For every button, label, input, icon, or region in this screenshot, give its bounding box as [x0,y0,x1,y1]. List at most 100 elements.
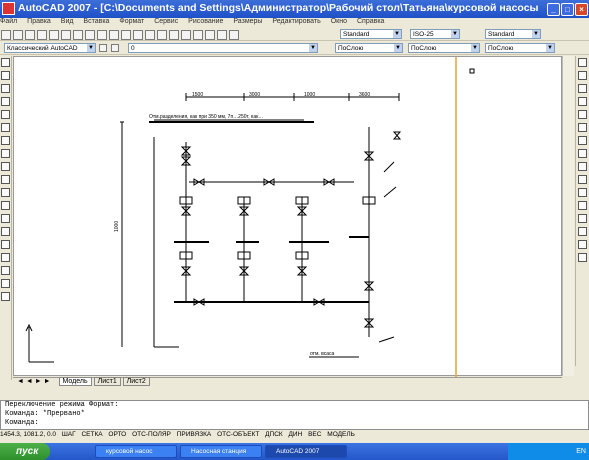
mirror-icon[interactable] [578,84,587,93]
menu-dimension[interactable]: Размеры [233,18,262,25]
maximize-button[interactable]: □ [561,3,574,16]
join-icon[interactable] [578,214,587,223]
taskbar-item-2[interactable]: Насосная станция [180,445,262,458]
ducs-toggle[interactable]: ДПСК [265,431,283,438]
copy-icon[interactable] [85,30,95,40]
insert-block-icon[interactable] [1,201,10,210]
osnap-toggle[interactable]: ПРИВЯЗКА [177,431,212,438]
close-button[interactable]: × [575,3,588,16]
drawing-canvas[interactable]: Отм.разделения, как при 350 мм, 7п…250т,… [13,56,562,377]
paste-icon[interactable] [97,30,107,40]
menu-format[interactable]: Формат [119,18,144,25]
move-icon[interactable] [578,123,587,132]
layer-manager-icon[interactable] [111,44,119,52]
tab-nav-icon[interactable]: ◄ ◄ ► ► [17,378,51,385]
command-line[interactable]: Переключение режима Формат: Команда: *Пр… [0,400,589,430]
tab-layout1[interactable]: Лист1 [93,377,121,386]
pan-icon[interactable] [145,30,155,40]
preview-icon[interactable] [49,30,59,40]
ellipse-icon[interactable] [1,175,10,184]
rectangle-icon[interactable] [1,110,10,119]
tab-layout2[interactable]: Лист2 [122,377,150,386]
undo-icon[interactable] [121,30,131,40]
layer-combo[interactable]: 0 ▼ [128,43,318,53]
zoom-icon[interactable] [157,30,167,40]
workspace-combo[interactable]: Классический AutoCAD ▼ [4,43,96,53]
vertical-scrollbar[interactable] [562,56,574,376]
copy-object-icon[interactable] [578,71,587,80]
explode-icon[interactable] [578,253,587,262]
otrack-toggle[interactable]: ОТС-ОБЪЕКТ [217,431,259,438]
command-prompt[interactable]: Команда: [5,419,588,428]
rotate-icon[interactable] [578,136,587,145]
mtext-icon[interactable] [1,292,10,301]
zoom-window-icon[interactable] [169,30,179,40]
tool-palettes-icon[interactable] [217,30,227,40]
menu-tools[interactable]: Сервис [154,18,178,25]
hatch-icon[interactable] [1,240,10,249]
menu-edit[interactable]: Правка [27,18,51,25]
snap-toggle[interactable]: ШАГ [62,431,76,438]
table-style-combo[interactable]: Standard ▼ [485,29,541,39]
print-icon[interactable] [37,30,47,40]
stretch-icon[interactable] [578,162,587,171]
xline-icon[interactable] [1,71,10,80]
lineweight-combo[interactable]: ПоСлою ▼ [485,43,555,53]
match-properties-icon[interactable] [109,30,119,40]
cut-icon[interactable] [73,30,83,40]
menu-view[interactable]: Вид [61,18,74,25]
ortho-toggle[interactable]: ОРТО [108,431,126,438]
gradient-icon[interactable] [1,253,10,262]
fillet-icon[interactable] [578,240,587,249]
publish-icon[interactable] [61,30,71,40]
circle-icon[interactable] [1,136,10,145]
menu-help[interactable]: Справка [357,18,384,25]
minimize-button[interactable]: _ [547,3,560,16]
arc-icon[interactable] [1,123,10,132]
save-icon[interactable] [25,30,35,40]
polygon-icon[interactable] [1,97,10,106]
language-indicator[interactable]: EN [576,448,586,455]
taskbar-item-3[interactable]: AutoCAD 2007 [265,445,347,458]
break-icon[interactable] [578,201,587,210]
new-icon[interactable] [1,30,11,40]
design-center-icon[interactable] [205,30,215,40]
taskbar-item-1[interactable]: курсовой насос [95,445,177,458]
polar-toggle[interactable]: ОТС-ПОЛЯР [132,431,171,438]
array-icon[interactable] [578,110,587,119]
point-icon[interactable] [1,227,10,236]
offset-icon[interactable] [578,97,587,106]
menu-modify[interactable]: Редактировать [272,18,320,25]
revcloud-icon[interactable] [1,149,10,158]
tab-model[interactable]: Модель [58,377,92,386]
line-icon[interactable] [1,58,10,67]
lwt-toggle[interactable]: ВЕС [308,431,321,438]
grid-toggle[interactable]: СЕТКА [81,431,102,438]
trim-icon[interactable] [578,175,587,184]
make-block-icon[interactable] [1,214,10,223]
menu-draw[interactable]: Рисование [188,18,223,25]
zoom-previous-icon[interactable] [181,30,191,40]
table-icon[interactable] [1,279,10,288]
autocad-app-icon[interactable] [2,2,15,15]
extend-icon[interactable] [578,188,587,197]
redo-icon[interactable] [133,30,143,40]
color-combo[interactable]: ПоСлою ▼ [335,43,403,53]
menu-file[interactable]: Файл [0,18,17,25]
help-icon[interactable] [229,30,239,40]
properties-icon[interactable] [193,30,203,40]
spline-icon[interactable] [1,162,10,171]
menu-window[interactable]: Окно [331,18,347,25]
dim-style-combo[interactable]: ISO-25 ▼ [410,29,460,39]
linetype-combo[interactable]: ПоСлою ▼ [408,43,480,53]
open-icon[interactable] [13,30,23,40]
dyn-toggle[interactable]: ДИН [289,431,303,438]
text-style-combo[interactable]: Standard ▼ [340,29,402,39]
region-icon[interactable] [1,266,10,275]
ellipse-arc-icon[interactable] [1,188,10,197]
chamfer-icon[interactable] [578,227,587,236]
menu-insert[interactable]: Вставка [83,18,109,25]
scale-icon[interactable] [578,149,587,158]
start-button[interactable]: пуск [0,443,50,460]
polyline-icon[interactable] [1,84,10,93]
